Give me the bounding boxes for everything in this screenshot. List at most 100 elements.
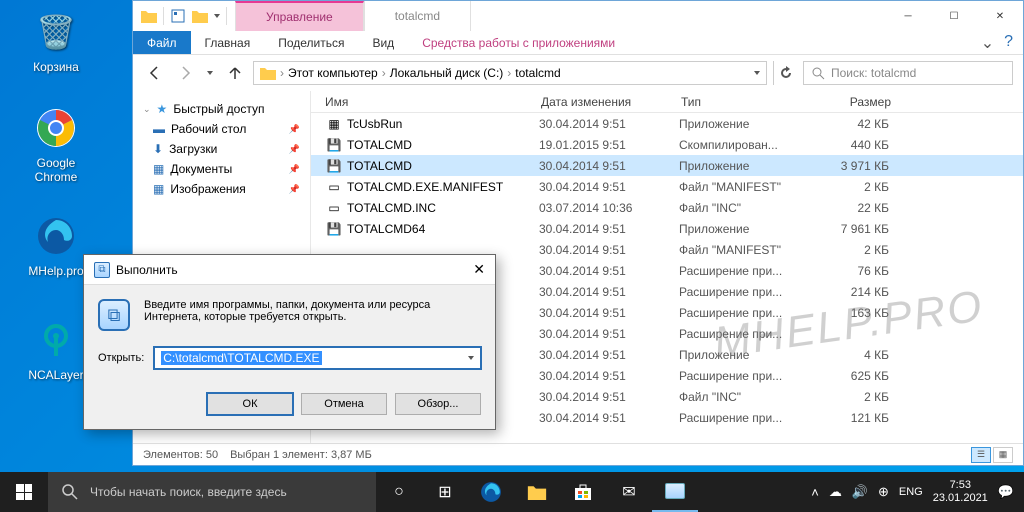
new-folder-icon[interactable] <box>192 8 208 24</box>
context-tab[interactable]: Управление <box>235 1 364 31</box>
maximize-button[interactable]: ☐ <box>931 1 977 31</box>
start-button[interactable] <box>0 472 48 512</box>
file-size: 2 КБ <box>819 180 909 194</box>
ncalayer-icon <box>32 316 80 364</box>
browse-button[interactable]: Обзор... <box>395 393 481 415</box>
run-icon: ⧉ <box>94 262 110 278</box>
col-type[interactable]: Тип <box>681 95 821 109</box>
file-type: Файл "MANIFEST" <box>679 180 819 194</box>
column-headers[interactable]: Имя Дата изменения Тип Размер <box>311 91 1023 113</box>
run-taskbar-icon[interactable] <box>652 472 698 512</box>
explorer-taskbar-icon[interactable] <box>514 472 560 512</box>
close-button[interactable]: ✕ <box>473 261 485 278</box>
file-size: 22 КБ <box>819 201 909 215</box>
file-date: 30.04.2014 9:51 <box>539 222 679 236</box>
nav-item-pictures[interactable]: ▦Изображения📌 <box>133 179 310 199</box>
language-indicator[interactable]: ENG <box>899 486 923 498</box>
desktop-icon-label: Google Chrome <box>18 156 94 184</box>
file-type: Приложение <box>679 222 819 236</box>
file-size: 4 КБ <box>819 348 909 362</box>
crumb[interactable]: totalcmd <box>515 66 560 80</box>
folder-icon[interactable] <box>141 8 157 24</box>
ribbon-tab-view[interactable]: Вид <box>358 31 408 54</box>
clock[interactable]: 7:53 23.01.2021 <box>933 479 988 505</box>
file-date: 30.04.2014 9:51 <box>539 306 679 320</box>
file-size: 42 КБ <box>819 117 909 131</box>
run-title-bar[interactable]: ⧉ Выполнить ✕ <box>84 255 495 285</box>
search-box[interactable]: Поиск: totalcmd <box>803 61 1013 85</box>
view-details-button[interactable]: ☰ <box>971 447 991 463</box>
ribbon-tab-home[interactable]: Главная <box>191 31 265 54</box>
back-button[interactable] <box>143 61 167 85</box>
desktop-icon-chrome[interactable]: Google Chrome <box>18 104 94 184</box>
desktop-icon: ▬ <box>153 122 165 136</box>
table-row[interactable]: ▭TOTALCMD.INC03.07.2014 10:36Файл "INC"2… <box>311 197 1023 218</box>
store-icon[interactable] <box>560 472 606 512</box>
col-date[interactable]: Дата изменения <box>541 95 681 109</box>
addr-dropdown-icon[interactable] <box>754 71 760 75</box>
file-date: 19.01.2015 9:51 <box>539 138 679 152</box>
notifications-icon[interactable]: 💬 <box>998 484 1014 500</box>
ribbon-file[interactable]: Файл <box>133 31 191 54</box>
task-view-icon[interactable]: ⊞ <box>422 472 468 512</box>
run-input[interactable]: C:\totalcmd\TOTALCMD.EXE <box>154 347 481 369</box>
qat-dropdown-icon[interactable] <box>214 14 220 18</box>
table-row[interactable]: ▦TcUsbRun30.04.2014 9:51Приложение42 КБ <box>311 113 1023 134</box>
file-date: 30.04.2014 9:51 <box>539 327 679 341</box>
chevron-up-icon[interactable]: ˄ <box>811 485 819 500</box>
desktop-icon-recycle[interactable]: 🗑️ Корзина <box>18 8 94 74</box>
cortana-icon[interactable]: ○ <box>376 472 422 512</box>
edge-taskbar-icon[interactable] <box>468 472 514 512</box>
cancel-button[interactable]: Отмена <box>301 393 387 415</box>
file-size: 7 961 КБ <box>819 222 909 236</box>
file-size: 121 КБ <box>819 411 909 425</box>
table-row[interactable]: 💾TOTALCMD6430.04.2014 9:51Приложение7 96… <box>311 218 1023 239</box>
volume-icon[interactable]: 🔊 <box>852 484 868 500</box>
ribbon-expand-icon[interactable]: ⌄ <box>981 33 994 53</box>
dropdown-icon[interactable] <box>468 356 474 360</box>
view-large-button[interactable]: ▦ <box>993 447 1013 463</box>
onedrive-icon[interactable]: ☁ <box>829 484 842 500</box>
col-name[interactable]: Имя <box>311 95 541 109</box>
history-dropdown[interactable] <box>203 61 217 85</box>
crumb[interactable]: Этот компьютер <box>288 66 378 80</box>
window-title: totalcmd <box>364 1 471 31</box>
ribbon: Файл Главная Поделиться Вид Средства раб… <box>133 31 1023 55</box>
close-button[interactable]: ✕ <box>977 1 1023 31</box>
file-size: 625 КБ <box>819 369 909 383</box>
nav-item-desktop[interactable]: ▬Рабочий стол📌 <box>133 119 310 139</box>
recycle-bin-icon: 🗑️ <box>32 8 80 56</box>
file-type: Приложение <box>679 159 819 173</box>
file-type: Файл "INC" <box>679 201 819 215</box>
address-bar: › Этот компьютер › Локальный диск (C:) ›… <box>133 55 1023 91</box>
file-size: 440 КБ <box>819 138 909 152</box>
ribbon-tab-context[interactable]: Средства работы с приложениями <box>408 31 629 54</box>
nav-item-documents[interactable]: ▦Документы📌 <box>133 159 310 179</box>
file-date: 30.04.2014 9:51 <box>539 264 679 278</box>
table-row[interactable]: ▭TOTALCMD.EXE.MANIFEST30.04.2014 9:51Фай… <box>311 176 1023 197</box>
refresh-button[interactable] <box>773 61 797 85</box>
run-prompt: Введите имя программы, папки, документа … <box>144 299 481 331</box>
crumb[interactable]: Локальный диск (C:) <box>390 66 504 80</box>
file-size: 214 КБ <box>819 285 909 299</box>
up-button[interactable] <box>223 61 247 85</box>
network-icon[interactable]: ⊕ <box>878 484 889 500</box>
table-row[interactable]: 💾TOTALCMD30.04.2014 9:51Приложение3 971 … <box>311 155 1023 176</box>
mail-icon[interactable]: ✉ <box>606 472 652 512</box>
help-icon[interactable]: ? <box>1004 33 1013 53</box>
file-icon: 💾 <box>325 222 343 236</box>
forward-button[interactable] <box>173 61 197 85</box>
ok-button[interactable]: ОК <box>207 393 293 415</box>
minimize-button[interactable]: ─ <box>885 1 931 31</box>
nav-item-downloads[interactable]: ⬇Загрузки📌 <box>133 139 310 159</box>
file-type: Приложение <box>679 117 819 131</box>
title-bar[interactable]: Управление totalcmd ─ ☐ ✕ <box>133 1 1023 31</box>
col-size[interactable]: Размер <box>821 95 911 109</box>
ribbon-tab-share[interactable]: Поделиться <box>264 31 358 54</box>
properties-icon[interactable] <box>170 8 186 24</box>
breadcrumb-box[interactable]: › Этот компьютер › Локальный диск (C:) ›… <box>253 61 767 85</box>
taskbar-search[interactable]: Чтобы начать поиск, введите здесь <box>48 472 376 512</box>
file-date: 30.04.2014 9:51 <box>539 180 679 194</box>
table-row[interactable]: 💾TOTALCMD19.01.2015 9:51Скомпилирован...… <box>311 134 1023 155</box>
quick-access[interactable]: ⌄ ★ Быстрый доступ <box>133 99 310 119</box>
